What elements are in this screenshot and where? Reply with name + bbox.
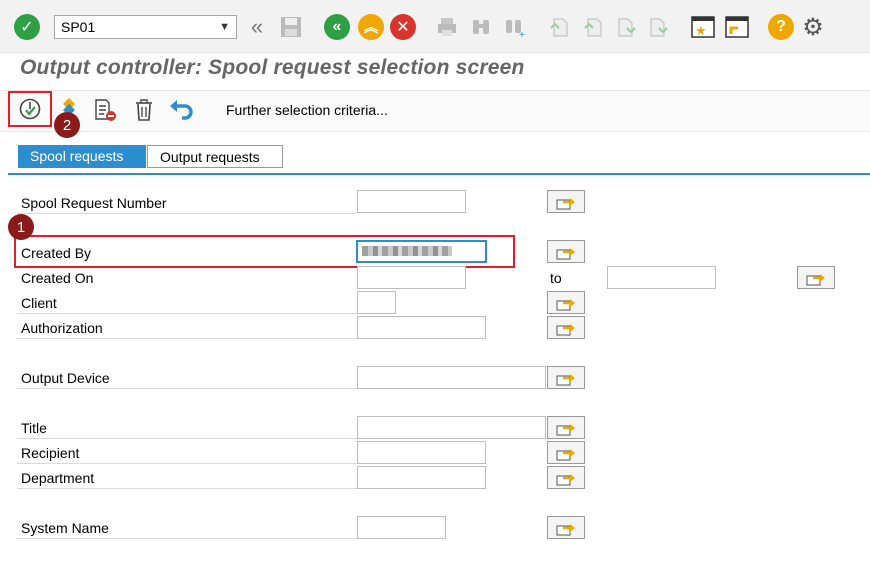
- gear-icon[interactable]: ⚙: [800, 14, 826, 41]
- tab-output-requests[interactable]: Output requests: [147, 145, 283, 168]
- divider: [17, 538, 357, 539]
- tab-spool-requests[interactable]: Spool requests: [18, 145, 146, 168]
- annotation-marker-1: 1: [8, 214, 34, 240]
- created-on-from-input[interactable]: [357, 266, 466, 289]
- further-selection-criteria-button[interactable]: Further selection criteria...: [226, 102, 388, 118]
- chevron-down-icon[interactable]: ▼: [219, 16, 230, 38]
- system-name-input[interactable]: [357, 516, 446, 539]
- svg-text:★: ★: [695, 23, 707, 38]
- divider: [17, 213, 357, 214]
- divider: [17, 388, 357, 389]
- to-label: to: [550, 270, 562, 286]
- execute-icon[interactable]: [17, 96, 43, 122]
- back-icon[interactable]: «: [324, 14, 350, 40]
- multiple-selection-button[interactable]: [547, 416, 585, 439]
- created-by-highlight: [14, 235, 515, 268]
- last-page-icon[interactable]: [646, 14, 672, 40]
- first-page-icon[interactable]: [546, 14, 572, 40]
- output-device-label: Output Device: [21, 370, 110, 386]
- spool-request-number-label: Spool Request Number: [21, 195, 167, 211]
- delete-row-icon[interactable]: [92, 97, 118, 123]
- trash-icon[interactable]: [131, 97, 157, 123]
- cancel-icon[interactable]: ✕: [390, 14, 416, 40]
- department-input[interactable]: [357, 466, 486, 489]
- client-input[interactable]: [357, 291, 396, 314]
- spool-request-number-input[interactable]: [357, 190, 466, 213]
- created-on-to-input[interactable]: [607, 266, 716, 289]
- authorization-label: Authorization: [21, 320, 103, 336]
- shortcut-icon[interactable]: [724, 14, 750, 40]
- previous-page-icon[interactable]: [580, 14, 606, 40]
- authorization-input[interactable]: [357, 316, 486, 339]
- multiple-selection-button[interactable]: [547, 441, 585, 464]
- divider: [17, 463, 357, 464]
- system-toolbar: ✓ SP01 ▼ « « ︽ ✕ + ★ ? ⚙: [0, 0, 870, 53]
- client-label: Client: [21, 295, 57, 311]
- find-next-icon[interactable]: +: [502, 14, 528, 40]
- enter-checkmark-icon[interactable]: ✓: [14, 14, 40, 40]
- multiple-selection-button[interactable]: [547, 366, 585, 389]
- find-icon[interactable]: [468, 14, 494, 40]
- recipient-label: Recipient: [21, 445, 80, 461]
- divider: [17, 338, 357, 339]
- title-input[interactable]: [357, 416, 546, 439]
- multiple-selection-button[interactable]: [547, 516, 585, 539]
- annotation-marker-2: 2: [54, 112, 80, 138]
- command-field[interactable]: SP01 ▼: [54, 15, 237, 39]
- print-icon[interactable]: [434, 14, 460, 40]
- divider: [17, 313, 357, 314]
- divider: [17, 438, 357, 439]
- save-icon[interactable]: [278, 14, 304, 40]
- multiple-selection-button[interactable]: [547, 466, 585, 489]
- help-icon[interactable]: ?: [768, 14, 794, 40]
- created-on-label: Created On: [21, 270, 94, 286]
- output-device-input[interactable]: [357, 366, 546, 389]
- multiple-selection-button[interactable]: [547, 190, 585, 213]
- multiple-selection-button[interactable]: [797, 266, 835, 289]
- collapse-command-icon[interactable]: «: [244, 14, 270, 40]
- page-title: Output controller: Spool request selecti…: [20, 56, 525, 79]
- divider: [17, 488, 357, 489]
- recipient-input[interactable]: [357, 441, 486, 464]
- department-label: Department: [21, 470, 95, 486]
- title-label: Title: [21, 420, 47, 436]
- multiple-selection-button[interactable]: [547, 316, 585, 339]
- multiple-selection-button[interactable]: [547, 240, 585, 263]
- create-session-icon[interactable]: ★: [690, 14, 716, 40]
- command-field-value: SP01: [61, 19, 96, 35]
- exit-icon[interactable]: ︽: [358, 14, 384, 40]
- tab-strip-line: [8, 173, 870, 175]
- system-name-label: System Name: [21, 520, 109, 536]
- next-page-icon[interactable]: [614, 14, 640, 40]
- svg-text:+: +: [519, 30, 525, 38]
- multiple-selection-button[interactable]: [547, 291, 585, 314]
- undo-icon[interactable]: [168, 97, 194, 123]
